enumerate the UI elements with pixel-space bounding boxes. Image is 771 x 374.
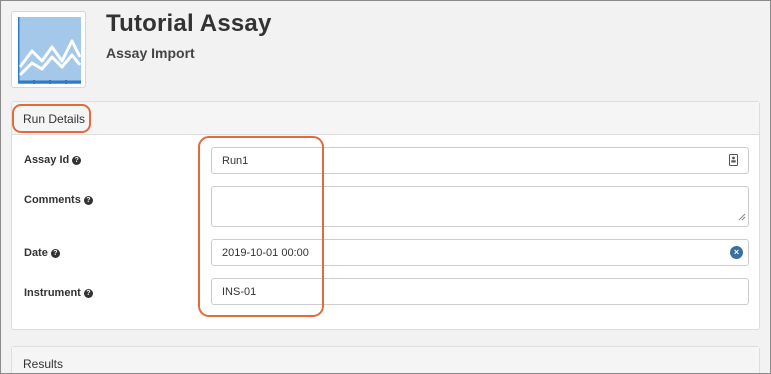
help-icon[interactable]: ? — [72, 155, 82, 165]
assay-id-label-text: Assay Id — [24, 154, 70, 166]
assay-chart-icon — [11, 11, 86, 88]
page-subtitle: Assay Import — [106, 45, 195, 61]
id-card-icon — [729, 154, 738, 169]
results-panel: Results — [11, 346, 760, 374]
help-icon[interactable]: ? — [83, 288, 93, 298]
results-heading: Results — [12, 347, 759, 374]
date-label-text: Date — [24, 247, 48, 259]
comments-label-text: Comments — [24, 194, 81, 206]
help-icon[interactable]: ? — [50, 248, 60, 258]
clear-icon[interactable]: × — [730, 246, 743, 259]
comments-label: Comments ? — [24, 194, 93, 206]
help-icon[interactable]: ? — [83, 195, 93, 205]
page-header: Tutorial Assay Assay Import — [0, 0, 771, 96]
field-values-highlight — [198, 136, 324, 317]
assay-id-label: Assay Id ? — [24, 154, 82, 166]
page-title: Tutorial Assay — [106, 10, 272, 37]
run-details-panel: Run Details Assay Id ? Run1 Comments ? D… — [11, 101, 760, 330]
date-label: Date ? — [24, 247, 60, 259]
instrument-label-text: Instrument — [24, 287, 81, 299]
run-details-heading: Run Details — [12, 102, 759, 135]
resize-grip-icon[interactable] — [738, 212, 746, 224]
instrument-label: Instrument ? — [24, 287, 93, 299]
run-details-highlight — [12, 104, 91, 133]
